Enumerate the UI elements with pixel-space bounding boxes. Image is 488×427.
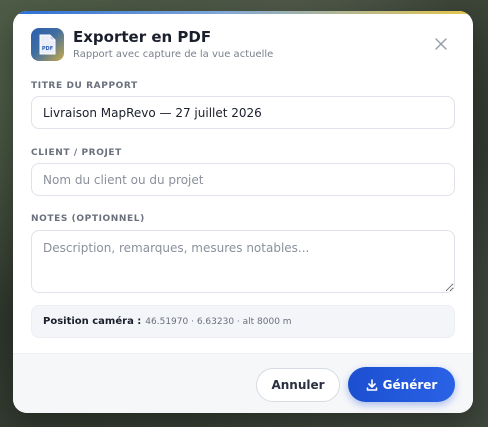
report-title-label: TITRE DU RAPPORT <box>31 81 138 91</box>
dialog-header: PDF Exporter en PDF Rapport avec capture… <box>31 28 455 62</box>
client-input[interactable] <box>31 163 455 196</box>
dialog-title: Exporter en PDF <box>73 28 212 46</box>
camera-position-value: 46.51970 · 6.63230 · alt 8000 m <box>145 316 292 327</box>
client-label: CLIENT / PROJET <box>31 148 122 158</box>
dialog-subtitle: Rapport avec capture de la vue actuelle <box>73 49 274 60</box>
pdf-document-icon: PDF <box>31 28 64 61</box>
dialog-accent-bar <box>13 11 473 14</box>
report-title-input[interactable] <box>31 96 455 129</box>
dialog-footer: Annuler Générer <box>13 353 473 413</box>
close-icon[interactable] <box>433 36 449 52</box>
logo-text: PDF <box>42 46 53 52</box>
generate-button-label: Générer <box>382 377 438 392</box>
export-pdf-dialog: PDF Exporter en PDF Rapport avec capture… <box>13 11 473 413</box>
camera-position-label: Position caméra : <box>43 316 142 327</box>
cancel-button[interactable]: Annuler <box>256 368 340 402</box>
camera-position-info: Position caméra : 46.51970 · 6.63230 · a… <box>31 305 455 338</box>
notes-textarea[interactable] <box>31 230 455 293</box>
download-icon <box>366 378 377 391</box>
generate-button[interactable]: Générer <box>348 367 455 402</box>
notes-label: NOTES (OPTIONNEL) <box>31 214 145 224</box>
